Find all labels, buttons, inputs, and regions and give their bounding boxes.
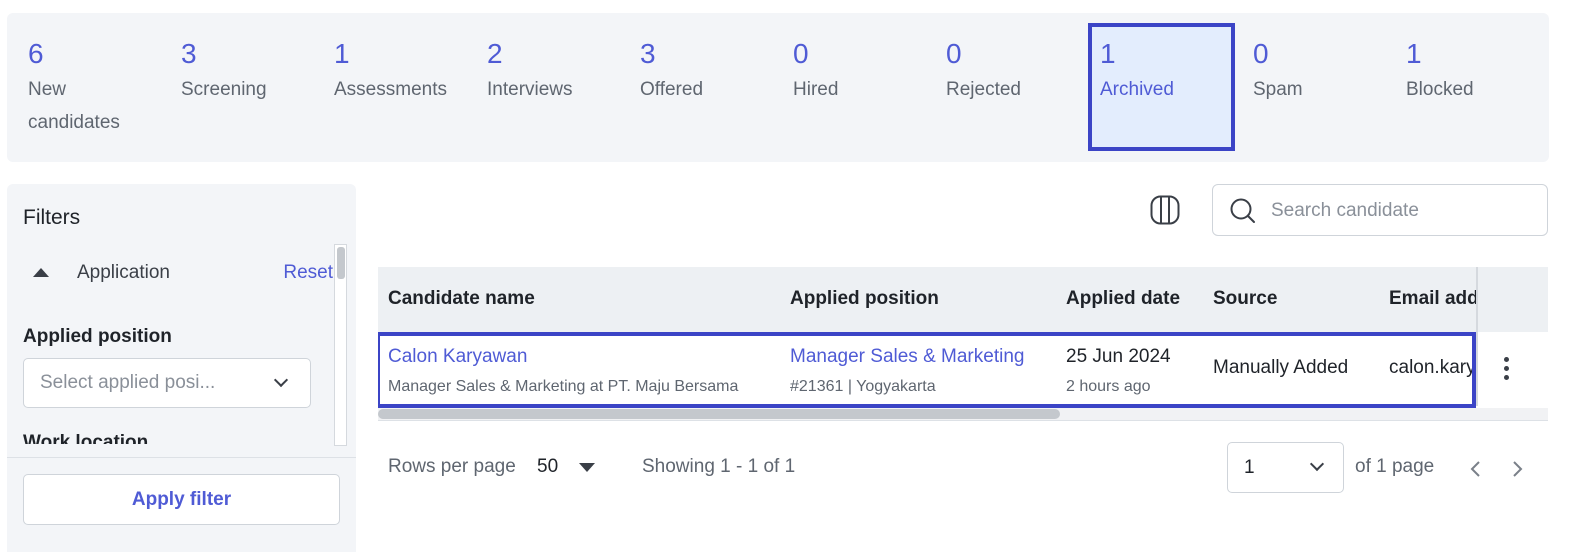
chevron-down-icon	[1309, 456, 1325, 472]
filters-footer: Apply filter	[7, 457, 356, 552]
stage-count: 1	[1100, 38, 1116, 69]
column-header-candidate-name[interactable]: Candidate name	[388, 288, 535, 310]
stage-count: 0	[793, 38, 809, 69]
column-header-applied-position[interactable]: Applied position	[790, 288, 939, 310]
collapse-caret-icon[interactable]	[33, 268, 49, 277]
stage-count: 0	[1253, 38, 1269, 69]
source-value: Manually Added	[1213, 357, 1349, 378]
stage-interviews[interactable]: 2 Interviews	[466, 23, 613, 151]
candidate-name-link[interactable]: Calon Karyawan	[388, 346, 527, 368]
stage-label: Hired	[793, 79, 839, 100]
candidate-current-role: Manager Sales & Marketing at PT. Maju Be…	[388, 378, 739, 395]
applied-relative-time: 2 hours ago	[1066, 378, 1151, 395]
rows-per-page-value[interactable]: 50	[537, 456, 558, 478]
applied-position-select[interactable]: Select applied posi...	[23, 358, 311, 408]
page-number-select[interactable]: 1	[1227, 442, 1344, 493]
stage-label: Assessments	[334, 79, 447, 100]
stage-screening[interactable]: 3 Screening	[160, 23, 307, 151]
application-section-header[interactable]: Application Reset	[23, 259, 333, 289]
stage-label: Blocked	[1406, 79, 1474, 100]
column-header-source[interactable]: Source	[1213, 288, 1277, 310]
applied-position-link[interactable]: Manager Sales & Marketing	[790, 346, 1024, 368]
search-icon	[1230, 198, 1255, 223]
previous-page-icon[interactable]	[1466, 459, 1486, 479]
table-bottom-divider	[378, 420, 1548, 421]
filters-panel: Filters Application Reset Applied positi…	[7, 184, 356, 552]
stage-offered[interactable]: 3 Offered	[619, 23, 766, 151]
filters-title: Filters	[23, 206, 81, 229]
stage-count: 0	[946, 38, 962, 69]
stage-rejected[interactable]: 0 Rejected	[925, 23, 1072, 151]
search-box[interactable]	[1212, 184, 1548, 236]
stage-hired[interactable]: 0 Hired	[772, 23, 919, 151]
applied-date: 25 Jun 2024	[1066, 346, 1171, 367]
column-header-email[interactable]: Email add	[1389, 288, 1479, 310]
table-header: Candidate name Applied position Applied …	[378, 267, 1548, 332]
current-page-value: 1	[1244, 457, 1255, 478]
next-page-icon[interactable]	[1507, 459, 1527, 479]
filters-scroll-area: Application Reset Applied position Selec…	[23, 244, 333, 444]
stage-label: Archived	[1100, 79, 1174, 100]
applied-position-label: Applied position	[23, 326, 172, 347]
chevron-down-icon	[273, 372, 289, 388]
stage-label: Interviews	[487, 79, 573, 100]
stage-label: Offered	[640, 79, 704, 100]
more-options-icon[interactable]	[1504, 357, 1510, 381]
table-row[interactable]: Calon Karyawan Manager Sales & Marketing…	[378, 332, 1548, 408]
reset-link[interactable]: Reset	[283, 262, 333, 284]
table-scrollbar-thumb[interactable]	[378, 409, 1060, 419]
table-horizontal-scrollbar[interactable]	[378, 408, 1548, 420]
filters-scrollbar-thumb[interactable]	[337, 247, 345, 279]
stage-count: 6	[28, 38, 44, 69]
stage-new-candidates[interactable]: 6 New candidates	[7, 23, 154, 151]
column-header-applied-date[interactable]: Applied date	[1066, 288, 1180, 310]
columns-icon[interactable]	[1150, 195, 1180, 225]
stage-label: Rejected	[946, 79, 1021, 100]
total-pages-text: of 1 page	[1355, 456, 1435, 477]
stage-count: 1	[334, 38, 350, 69]
stage-blocked[interactable]: 1 Blocked	[1385, 23, 1532, 151]
row-actions-cell	[1476, 332, 1548, 406]
application-section-label: Application	[77, 262, 170, 283]
stage-count: 3	[640, 38, 656, 69]
stage-label: Screening	[181, 79, 267, 100]
stage-count: 2	[487, 38, 503, 69]
stage-count: 1	[1406, 38, 1422, 69]
stage-archived[interactable]: 1 Archived	[1088, 23, 1235, 151]
email-value: calon.kary	[1389, 357, 1476, 378]
stage-count: 3	[181, 38, 197, 69]
work-location-label: Work location	[23, 432, 149, 444]
applied-position-placeholder: Select applied posi...	[40, 372, 216, 393]
search-input[interactable]	[1271, 197, 1531, 225]
pipeline-stage-bar: 6 New candidates 3 Screening 1 Assessmen…	[7, 13, 1549, 162]
rows-per-page-label: Rows per page	[388, 456, 516, 477]
job-id-location: #21361 | Yogyakarta	[790, 378, 936, 395]
candidates-table: Candidate name Applied position Applied …	[378, 267, 1548, 422]
showing-range-text: Showing 1 - 1 of 1	[642, 456, 796, 477]
apply-filter-button[interactable]: Apply filter	[23, 474, 340, 525]
filters-scrollbar[interactable]	[334, 244, 347, 446]
stage-label: New candidates	[28, 79, 120, 133]
stage-spam[interactable]: 0 Spam	[1232, 23, 1379, 151]
rows-per-page-dropdown-icon[interactable]	[579, 463, 595, 472]
stage-assessments[interactable]: 1 Assessments	[313, 23, 460, 151]
stage-label: Spam	[1253, 79, 1303, 100]
actions-column-header	[1476, 267, 1548, 332]
